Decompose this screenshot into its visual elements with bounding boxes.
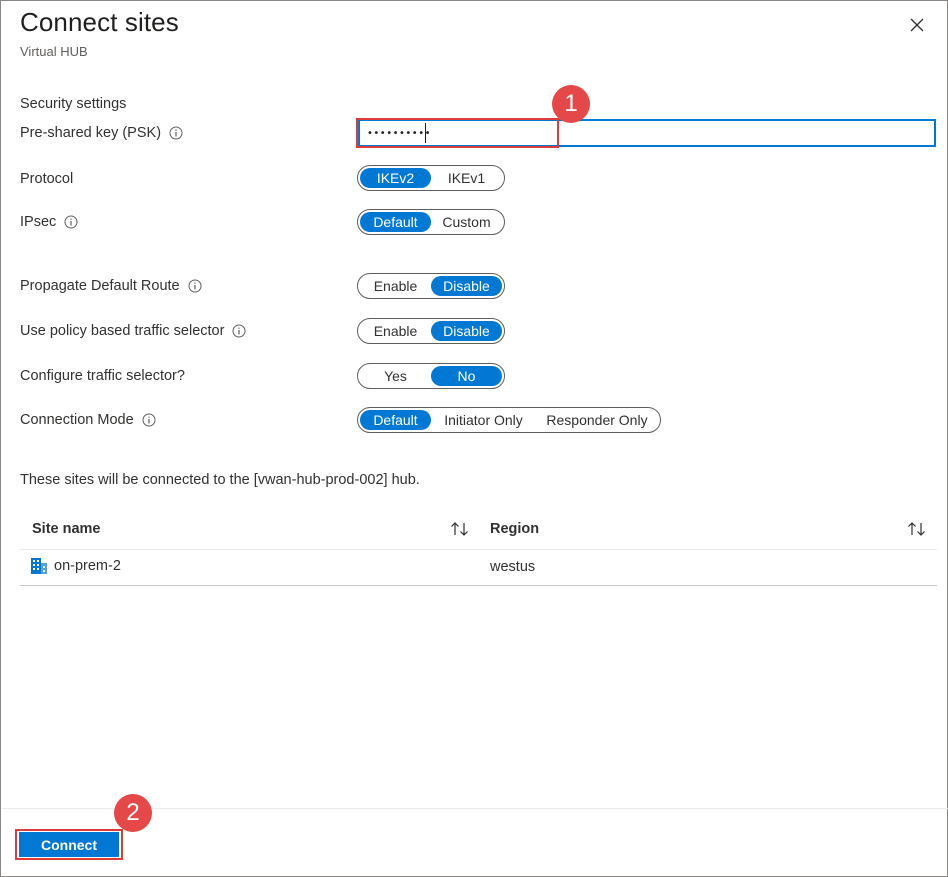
text-caret	[425, 123, 426, 143]
column-header-region[interactable]: Region	[490, 521, 539, 537]
protocol-option-ikev1[interactable]: IKEv1	[431, 168, 502, 188]
policy-selector-option-disable[interactable]: Disable	[431, 321, 502, 341]
psk-label-row: Pre-shared key (PSK)	[20, 125, 183, 141]
site-name: on-prem-2	[54, 558, 121, 574]
propagate-route-label: Propagate Default Route	[20, 278, 180, 294]
connection-mode-option-responder[interactable]: Responder Only	[536, 410, 658, 430]
connection-mode-toggle[interactable]: Default Initiator Only Responder Only	[357, 407, 661, 433]
region-value: westus	[490, 559, 536, 575]
site-name-cell: on-prem-2	[30, 557, 121, 575]
policy-selector-option-enable[interactable]: Enable	[360, 321, 431, 341]
policy-selector-toggle[interactable]: Enable Disable	[357, 318, 505, 344]
connection-mode-option-initiator[interactable]: Initiator Only	[431, 410, 536, 430]
protocol-toggle[interactable]: IKEv2 IKEv1	[357, 165, 505, 191]
column-header-site-name[interactable]: Site name	[32, 521, 101, 537]
connect-button[interactable]: Connect	[19, 832, 119, 857]
configure-selector-toggle[interactable]: Yes No	[357, 363, 505, 389]
connection-mode-label: Connection Mode	[20, 412, 134, 428]
panel-title: Connect sites	[20, 7, 179, 37]
ipsec-label: IPsec	[20, 214, 57, 230]
building-icon	[31, 558, 47, 574]
propagate-route-option-disable[interactable]: Disable	[431, 276, 502, 296]
ipsec-toggle[interactable]: Default Custom	[357, 209, 505, 235]
propagate-route-toggle[interactable]: Enable Disable	[357, 273, 505, 299]
close-icon	[910, 18, 924, 32]
connection-mode-label-row: Connection Mode	[20, 412, 156, 428]
ipsec-label-row: IPsec	[20, 214, 78, 230]
psk-label: Pre-shared key (PSK)	[20, 125, 162, 141]
info-icon[interactable]	[142, 413, 156, 427]
sites-note: These sites will be connected to the [vw…	[20, 472, 420, 488]
configure-selector-label: Configure traffic selector?	[20, 368, 185, 384]
annotation-badge-1: 1	[552, 85, 590, 123]
policy-selector-label-row: Use policy based traffic selector	[20, 323, 246, 339]
info-icon[interactable]	[64, 215, 78, 229]
security-settings-heading: Security settings	[20, 96, 127, 112]
close-button[interactable]	[907, 15, 927, 35]
configure-selector-option-no[interactable]: No	[431, 366, 502, 386]
protocol-option-ikev2[interactable]: IKEv2	[360, 168, 431, 188]
info-icon[interactable]	[232, 324, 246, 338]
protocol-label: Protocol	[20, 171, 74, 187]
sites-table: Site name Region on-prem-2 westus	[20, 510, 937, 586]
sort-icon[interactable]	[906, 519, 928, 539]
configure-selector-option-yes[interactable]: Yes	[360, 366, 431, 386]
ipsec-option-default[interactable]: Default	[360, 212, 431, 232]
propagate-route-label-row: Propagate Default Route	[20, 278, 202, 294]
psk-input[interactable]	[358, 119, 936, 147]
connect-sites-panel: Connect sites Virtual HUB Security setti…	[0, 0, 948, 877]
sort-icon[interactable]	[449, 519, 471, 539]
propagate-route-option-enable[interactable]: Enable	[360, 276, 431, 296]
table-header: Site name Region	[20, 510, 937, 550]
ipsec-option-custom[interactable]: Custom	[431, 212, 502, 232]
info-icon[interactable]	[169, 126, 183, 140]
protocol-label-row: Protocol	[20, 171, 73, 187]
configure-selector-label-row: Configure traffic selector?	[20, 368, 185, 384]
annotation-badge-2: 2	[114, 794, 152, 832]
info-icon[interactable]	[188, 279, 202, 293]
connection-mode-option-default[interactable]: Default	[360, 410, 431, 430]
panel-subtitle: Virtual HUB	[20, 44, 88, 59]
policy-selector-label: Use policy based traffic selector	[20, 323, 225, 339]
region-cell: westus	[490, 559, 535, 575]
table-row[interactable]: on-prem-2 westus	[20, 550, 937, 586]
